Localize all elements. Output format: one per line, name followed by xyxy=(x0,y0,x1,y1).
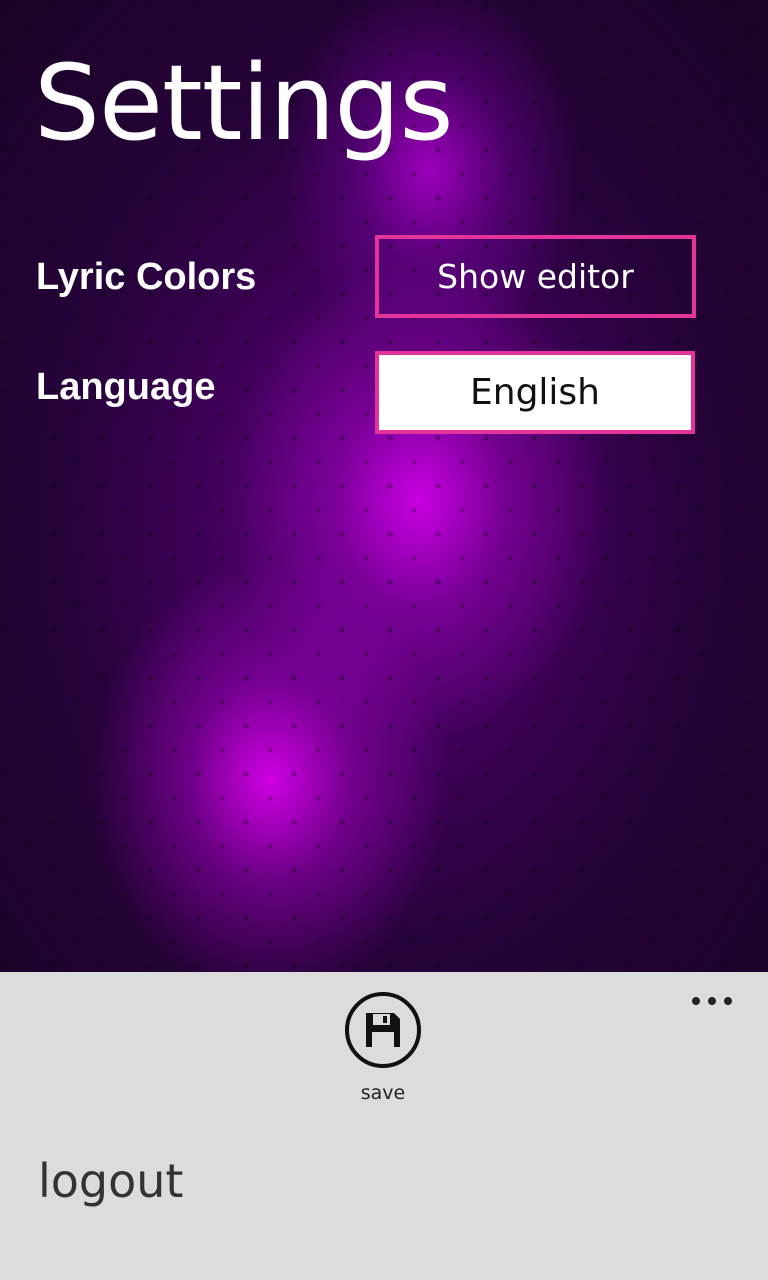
page-title: Settings xyxy=(34,42,454,164)
more-dot xyxy=(724,997,732,1005)
show-editor-button[interactable]: Show editor xyxy=(375,235,696,318)
more-icon[interactable] xyxy=(682,986,742,1016)
lyric-colors-label: Lyric Colors xyxy=(36,256,257,298)
more-dot xyxy=(692,997,700,1005)
logout-menu-item[interactable]: logout xyxy=(38,1154,183,1208)
save-icon xyxy=(345,992,421,1068)
more-dot xyxy=(708,997,716,1005)
app-bar: save logout xyxy=(0,972,768,1280)
save-button[interactable]: save xyxy=(333,990,433,1110)
save-label: save xyxy=(360,1082,406,1104)
language-label: Language xyxy=(36,366,216,408)
language-select[interactable]: English xyxy=(375,351,695,434)
